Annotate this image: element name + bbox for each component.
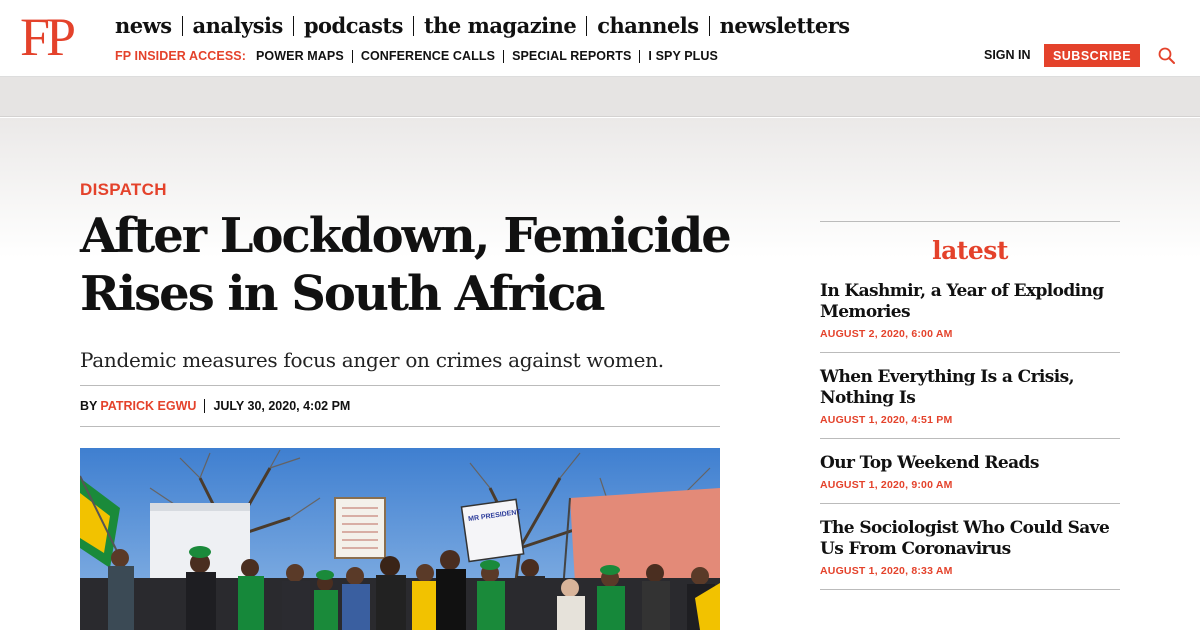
nav-divider [412, 15, 414, 36]
nav-analysis[interactable]: analysis [193, 13, 284, 38]
list-item[interactable]: When Everything Is a Crisis, Nothing Is … [820, 367, 1120, 439]
nav-news[interactable]: news [115, 13, 172, 38]
insider-link-i-spy-plus[interactable]: I SPY PLUS [648, 49, 718, 63]
sign-in-link[interactable]: SIGN IN [984, 48, 1031, 62]
byline-by: BY [80, 399, 98, 413]
list-item[interactable]: In Kashmir, a Year of Exploding Memories… [820, 281, 1120, 353]
latest-item-date: AUGUST 1, 2020, 8:33 AM [820, 565, 953, 577]
latest-item-title[interactable]: Our Top Weekend Reads [820, 453, 1120, 474]
publish-date: JULY 30, 2020, 4:02 PM [213, 399, 351, 413]
insider-nav: FP INSIDER ACCESS: POWER MAPS CONFERENCE… [115, 49, 718, 63]
insider-access-label: FP INSIDER ACCESS: [115, 49, 246, 63]
byline: BY PATRICK EGWU JULY 30, 2020, 4:02 PM [80, 399, 350, 413]
insider-link-power-maps[interactable]: POWER MAPS [256, 49, 344, 63]
nav-divider [586, 15, 588, 36]
article-headline: After Lockdown, Femicide Rises in South … [80, 208, 732, 322]
list-item[interactable]: The Sociologist Who Could Save Us From C… [820, 518, 1120, 590]
latest-item-title[interactable]: The Sociologist Who Could Save Us From C… [820, 518, 1120, 560]
nav-podcasts[interactable]: podcasts [304, 13, 404, 38]
latest-item-title[interactable]: In Kashmir, a Year of Exploding Memories [820, 281, 1120, 323]
article-dek: Pandemic measures focus anger on crimes … [80, 348, 664, 372]
hero-photo: MR PRESIDENT [80, 448, 720, 630]
insider-divider [503, 49, 505, 63]
nav-divider [708, 15, 710, 36]
latest-item-date: AUGUST 1, 2020, 4:51 PM [820, 414, 953, 426]
site-header: FP news analysis podcasts the magazine c… [0, 0, 1200, 77]
fp-logo[interactable]: FP [20, 10, 76, 64]
insider-link-conference-calls[interactable]: CONFERENCE CALLS [361, 49, 495, 63]
nav-divider [292, 15, 294, 36]
latest-list: In Kashmir, a Year of Exploding Memories… [820, 281, 1120, 590]
insider-divider [639, 49, 641, 63]
divider [80, 385, 720, 386]
nav-the-magazine[interactable]: the magazine [424, 13, 577, 38]
author-link[interactable]: PATRICK EGWU [100, 399, 196, 413]
latest-item-date: AUGUST 2, 2020, 6:00 AM [820, 328, 953, 340]
latest-sidebar: latest In Kashmir, a Year of Exploding M… [820, 221, 1120, 604]
latest-item-title[interactable]: When Everything Is a Crisis, Nothing Is [820, 367, 1120, 409]
protest-photo-illustration: MR PRESIDENT [80, 448, 720, 630]
insider-divider [351, 49, 353, 63]
divider [80, 426, 720, 427]
byline-divider [204, 399, 206, 413]
nav-divider [181, 15, 183, 36]
search-icon[interactable] [1158, 47, 1175, 64]
main-nav: news analysis podcasts the magazine chan… [115, 13, 850, 38]
subscribe-button[interactable]: SUBSCRIBE [1044, 44, 1140, 67]
ad-band [0, 77, 1200, 117]
list-item[interactable]: Our Top Weekend Reads AUGUST 1, 2020, 9:… [820, 453, 1120, 504]
nav-channels[interactable]: channels [597, 13, 699, 38]
article-kicker[interactable]: DISPATCH [80, 180, 167, 200]
insider-link-special-reports[interactable]: SPECIAL REPORTS [512, 49, 631, 63]
divider [820, 221, 1120, 222]
latest-heading: latest [932, 236, 1008, 265]
nav-newsletters[interactable]: newsletters [720, 13, 851, 38]
latest-item-date: AUGUST 1, 2020, 9:00 AM [820, 479, 953, 491]
